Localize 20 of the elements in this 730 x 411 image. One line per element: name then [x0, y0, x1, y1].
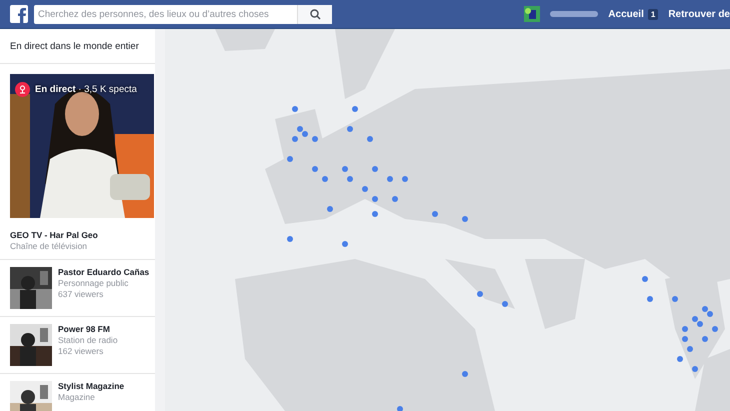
sidebar-title: En direct dans le monde entier	[0, 29, 155, 64]
live-status: En direct · 3,5 K specta	[35, 84, 137, 95]
live-icon	[15, 82, 30, 97]
search-field[interactable]: Cherchez des personnes, des lieux ou d’autres choses	[34, 4, 332, 24]
broadcaster-category: Personnage public	[58, 278, 130, 288]
broadcaster-category: Magazine	[58, 392, 96, 402]
nav-link[interactable]: Accueil 1	[608, 8, 658, 20]
viewer-count: 637 viewers	[58, 289, 104, 299]
broadcaster-category: Chaîne de télévision	[10, 241, 88, 251]
logo-icon[interactable]	[10, 5, 28, 23]
nav-link[interactable]: Retrouver de	[668, 8, 730, 20]
broadcaster-name[interactable]: Pastor Eduardo Cañas	[58, 267, 150, 277]
blurred-name	[550, 11, 598, 17]
search-icon[interactable]	[297, 4, 332, 24]
broadcaster-name[interactable]: Stylist Magazine	[58, 381, 124, 391]
viewer-count: 162 viewers	[58, 346, 104, 356]
notification-badge: 1	[648, 8, 658, 20]
broadcaster-name[interactable]: Power 98 FM	[58, 324, 118, 334]
broadcaster-category: Station de radio	[58, 335, 118, 345]
broadcaster-name[interactable]: GEO TV - Har Pal Geo	[10, 230, 155, 240]
